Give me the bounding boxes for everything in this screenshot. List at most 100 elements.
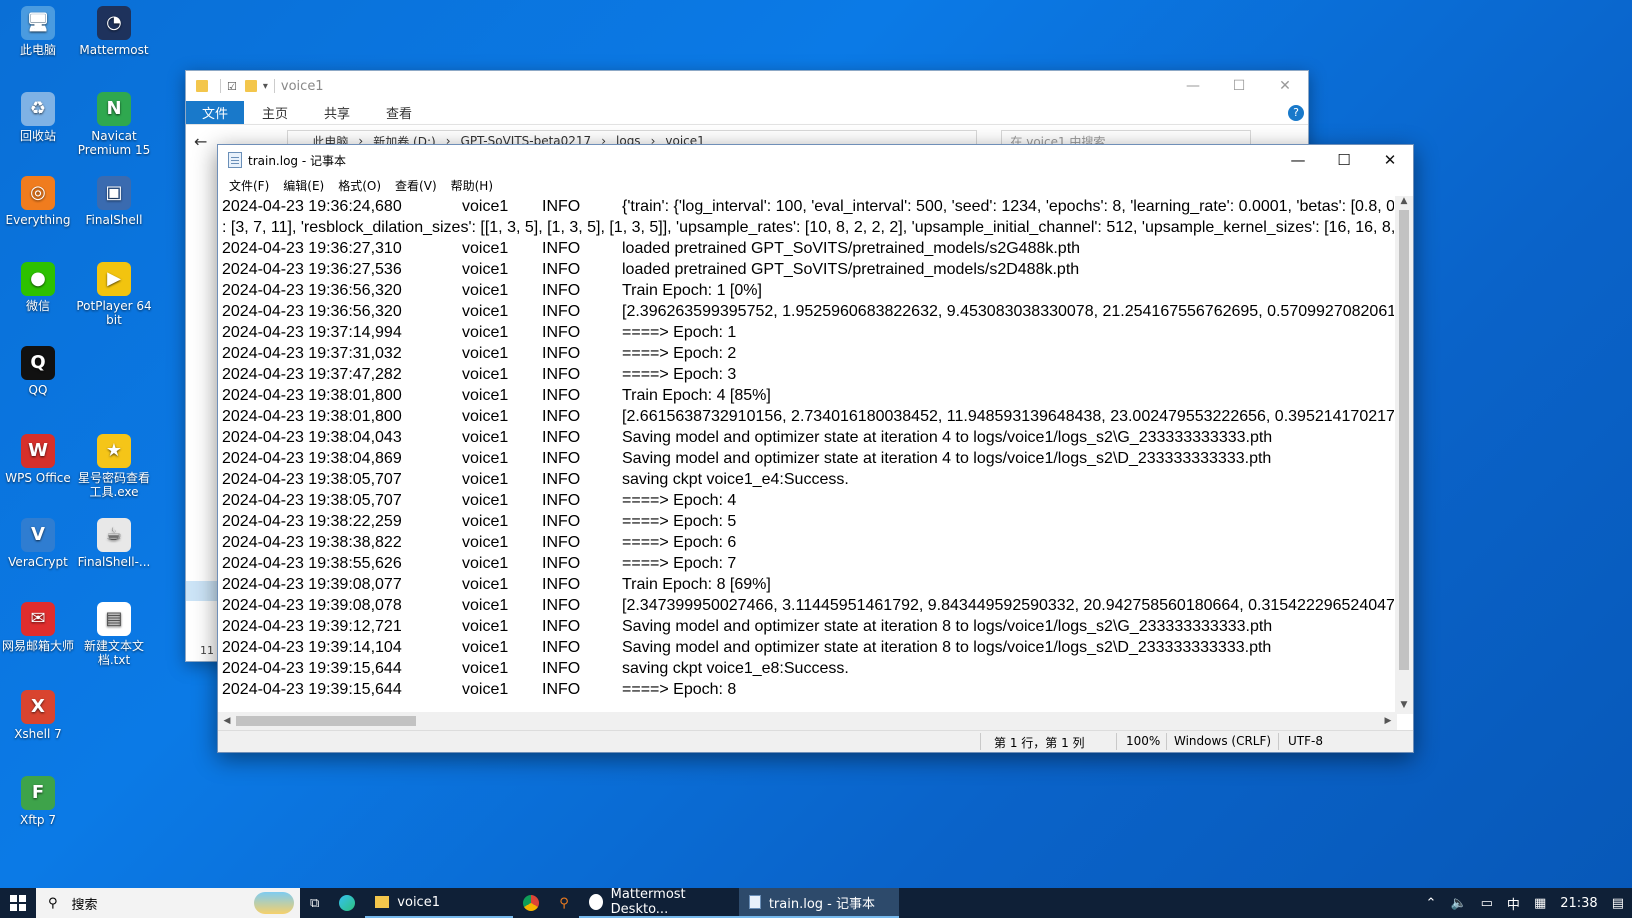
- text-file-icon: ▤: [97, 602, 131, 636]
- chrome-button[interactable]: [513, 888, 549, 918]
- log-line: 2024-04-23 19:38:55,626 voice1 INFO ====> E…: [222, 553, 1394, 574]
- keyboard-layout-icon[interactable]: ▦: [1534, 896, 1546, 911]
- desktop-icon[interactable]: F Xftp 7: [0, 776, 76, 827]
- log-level: INFO: [542, 660, 581, 677]
- ribbon-tab-view[interactable]: 查看: [368, 101, 430, 124]
- taskbar-app-notepad[interactable]: train.log - 记事本: [738, 888, 899, 918]
- scroll-up-icon[interactable]: ▲: [1395, 196, 1413, 210]
- maximize-button[interactable]: ☐: [1321, 145, 1367, 175]
- desktop-icon[interactable]: ▶ PotPlayer 64 bit: [76, 262, 152, 327]
- divider: [1116, 733, 1117, 750]
- new-folder-icon[interactable]: [244, 80, 257, 92]
- menu-file[interactable]: 文件(F): [222, 177, 276, 194]
- edge-icon: [339, 895, 356, 911]
- clock[interactable]: 21:38: [1560, 896, 1597, 911]
- notepad-window[interactable]: train.log - 记事本 — ☐ ✕ 文件(F) 编辑(E) 格式(O) …: [217, 144, 1414, 753]
- star-icon: ★: [97, 434, 131, 468]
- desktop-icon[interactable]: ● 微信: [0, 262, 76, 313]
- desktop-icon[interactable]: 🖥 此电脑: [0, 6, 76, 57]
- chevron-up-icon[interactable]: ⌃: [1426, 896, 1437, 911]
- log-timestamp: 2024-04-23 19:39:08,078: [222, 597, 402, 614]
- desktop-icon[interactable]: ♻ 回收站: [0, 92, 76, 143]
- log-line: 2024-04-23 19:36:24,680 voice1 INFO {'train…: [222, 196, 1394, 217]
- taskbar-search[interactable]: ⚲ 搜索: [36, 888, 300, 918]
- ribbon-tab-share[interactable]: 共享: [306, 101, 368, 124]
- log-timestamp: 2024-04-23 19:36:27,536: [222, 261, 402, 278]
- edge-button[interactable]: [329, 888, 365, 918]
- desktop-icon[interactable]: ★ 星号密码查看工具.exe: [76, 434, 152, 499]
- ime-indicator[interactable]: 中: [1507, 894, 1520, 913]
- menu-help[interactable]: 帮助(H): [444, 177, 500, 194]
- minimize-button[interactable]: —: [1275, 145, 1321, 175]
- log-level: INFO: [542, 408, 581, 425]
- desktop-icon[interactable]: ◎ Everything: [0, 176, 76, 227]
- properties-icon[interactable]: ☑: [227, 80, 237, 93]
- explorer-title-bar[interactable]: ☑ ▾ voice1: [186, 71, 1308, 101]
- log-line: : [3, 7, 11], 'resblock_dilation_sizes':…: [222, 217, 1394, 238]
- desktop-icon[interactable]: ▣ FinalShell: [76, 176, 152, 227]
- nav-pane-selection[interactable]: [186, 581, 220, 601]
- horizontal-scrollbar[interactable]: ◀ ▶: [218, 712, 1397, 730]
- scroll-left-icon[interactable]: ◀: [218, 712, 236, 730]
- desktop-icon-label: FinalShell: [85, 213, 143, 227]
- recycle-bin-icon: ♻: [21, 92, 55, 126]
- close-button[interactable]: ✕: [1367, 145, 1413, 175]
- maximize-button[interactable]: ☐: [1216, 71, 1262, 101]
- folder-icon: [196, 80, 208, 92]
- close-button[interactable]: ✕: [1262, 71, 1308, 101]
- desktop-icon[interactable]: ▤ 新建文本文档.txt: [76, 602, 152, 667]
- everything-button[interactable]: ⚲: [549, 888, 579, 918]
- notepad-title-bar[interactable]: train.log - 记事本: [218, 145, 1413, 175]
- desktop-icon-label: Everything: [5, 213, 71, 227]
- log-logger-name: voice1: [462, 366, 509, 383]
- desktop-icon[interactable]: ☕ FinalShell-...: [76, 518, 152, 569]
- desktop-icon[interactable]: W WPS Office: [0, 434, 76, 485]
- volume-muted-icon[interactable]: 🔈: [1450, 896, 1466, 911]
- taskbar-app-label: voice1: [397, 894, 440, 910]
- desktop-icon-label: WPS Office: [5, 471, 71, 485]
- explorer-ribbon: 文件 主页 共享 查看: [186, 101, 1308, 125]
- log-level: INFO: [542, 534, 581, 551]
- task-view-button[interactable]: ⧉: [300, 888, 329, 918]
- desktop-icon[interactable]: ✉ 网易邮箱大师: [0, 602, 76, 653]
- horizontal-scroll-thumb[interactable]: [236, 716, 416, 726]
- minimize-button[interactable]: —: [1170, 71, 1216, 101]
- ribbon-tab-file[interactable]: 文件: [186, 101, 245, 124]
- desktop-icon[interactable]: ◔ Mattermost: [76, 6, 152, 57]
- quick-access-dropdown-icon[interactable]: ▾: [263, 81, 268, 92]
- desktop-icon[interactable]: Q QQ: [0, 346, 76, 397]
- desktop-icon[interactable]: N Navicat Premium 15: [76, 92, 152, 157]
- vertical-scroll-thumb[interactable]: [1399, 210, 1409, 670]
- menu-view[interactable]: 查看(V): [388, 177, 444, 194]
- log-timestamp: 2024-04-23 19:38:01,800: [222, 408, 402, 425]
- start-button[interactable]: [0, 888, 36, 918]
- help-icon[interactable]: ?: [1288, 105, 1304, 121]
- taskbar-app-mattermost[interactable]: Mattermost Deskto...: [578, 887, 739, 918]
- log-logger-name: voice1: [462, 387, 509, 404]
- log-message: loaded pretrained GPT_SoVITS/pretrained_…: [622, 240, 1081, 257]
- network-icon[interactable]: ▭: [1481, 896, 1493, 911]
- log-message: ====> Epoch: 5: [622, 513, 737, 530]
- scroll-right-icon[interactable]: ▶: [1379, 712, 1397, 730]
- menu-format[interactable]: 格式(O): [331, 177, 388, 194]
- menu-edit[interactable]: 编辑(E): [276, 177, 331, 194]
- ribbon-tab-home[interactable]: 主页: [244, 101, 306, 124]
- desktop-icon[interactable]: V VeraCrypt: [0, 518, 76, 569]
- taskbar-app-explorer[interactable]: voice1: [365, 888, 514, 918]
- scroll-down-icon[interactable]: ▼: [1395, 700, 1413, 714]
- notification-center-icon[interactable]: ▤: [1612, 896, 1624, 911]
- back-arrow-icon[interactable]: ←: [194, 132, 207, 151]
- desktop-icon-label: 新建文本文档.txt: [83, 639, 144, 667]
- log-logger-name: voice1: [462, 324, 509, 341]
- log-timestamp: 2024-04-23 19:36:24,680: [222, 198, 402, 215]
- text-editor-area[interactable]: 2024-04-23 19:36:24,680 voice1 INFO {'train…: [222, 196, 1394, 714]
- log-message: [2.347399950027466, 3.11445951461792, 9.…: [622, 597, 1394, 614]
- desktop-icon-label: QQ: [28, 383, 48, 397]
- everything-icon: ◎: [21, 176, 55, 210]
- vertical-scrollbar[interactable]: ▲ ▼: [1395, 196, 1413, 714]
- log-message: Train Epoch: 1 [0%]: [622, 282, 762, 299]
- computer-icon: 🖥: [21, 6, 55, 40]
- wechat-icon: ●: [21, 262, 55, 296]
- task-view-icon: ⧉: [310, 895, 320, 911]
- desktop-icon[interactable]: X Xshell 7: [0, 690, 76, 741]
